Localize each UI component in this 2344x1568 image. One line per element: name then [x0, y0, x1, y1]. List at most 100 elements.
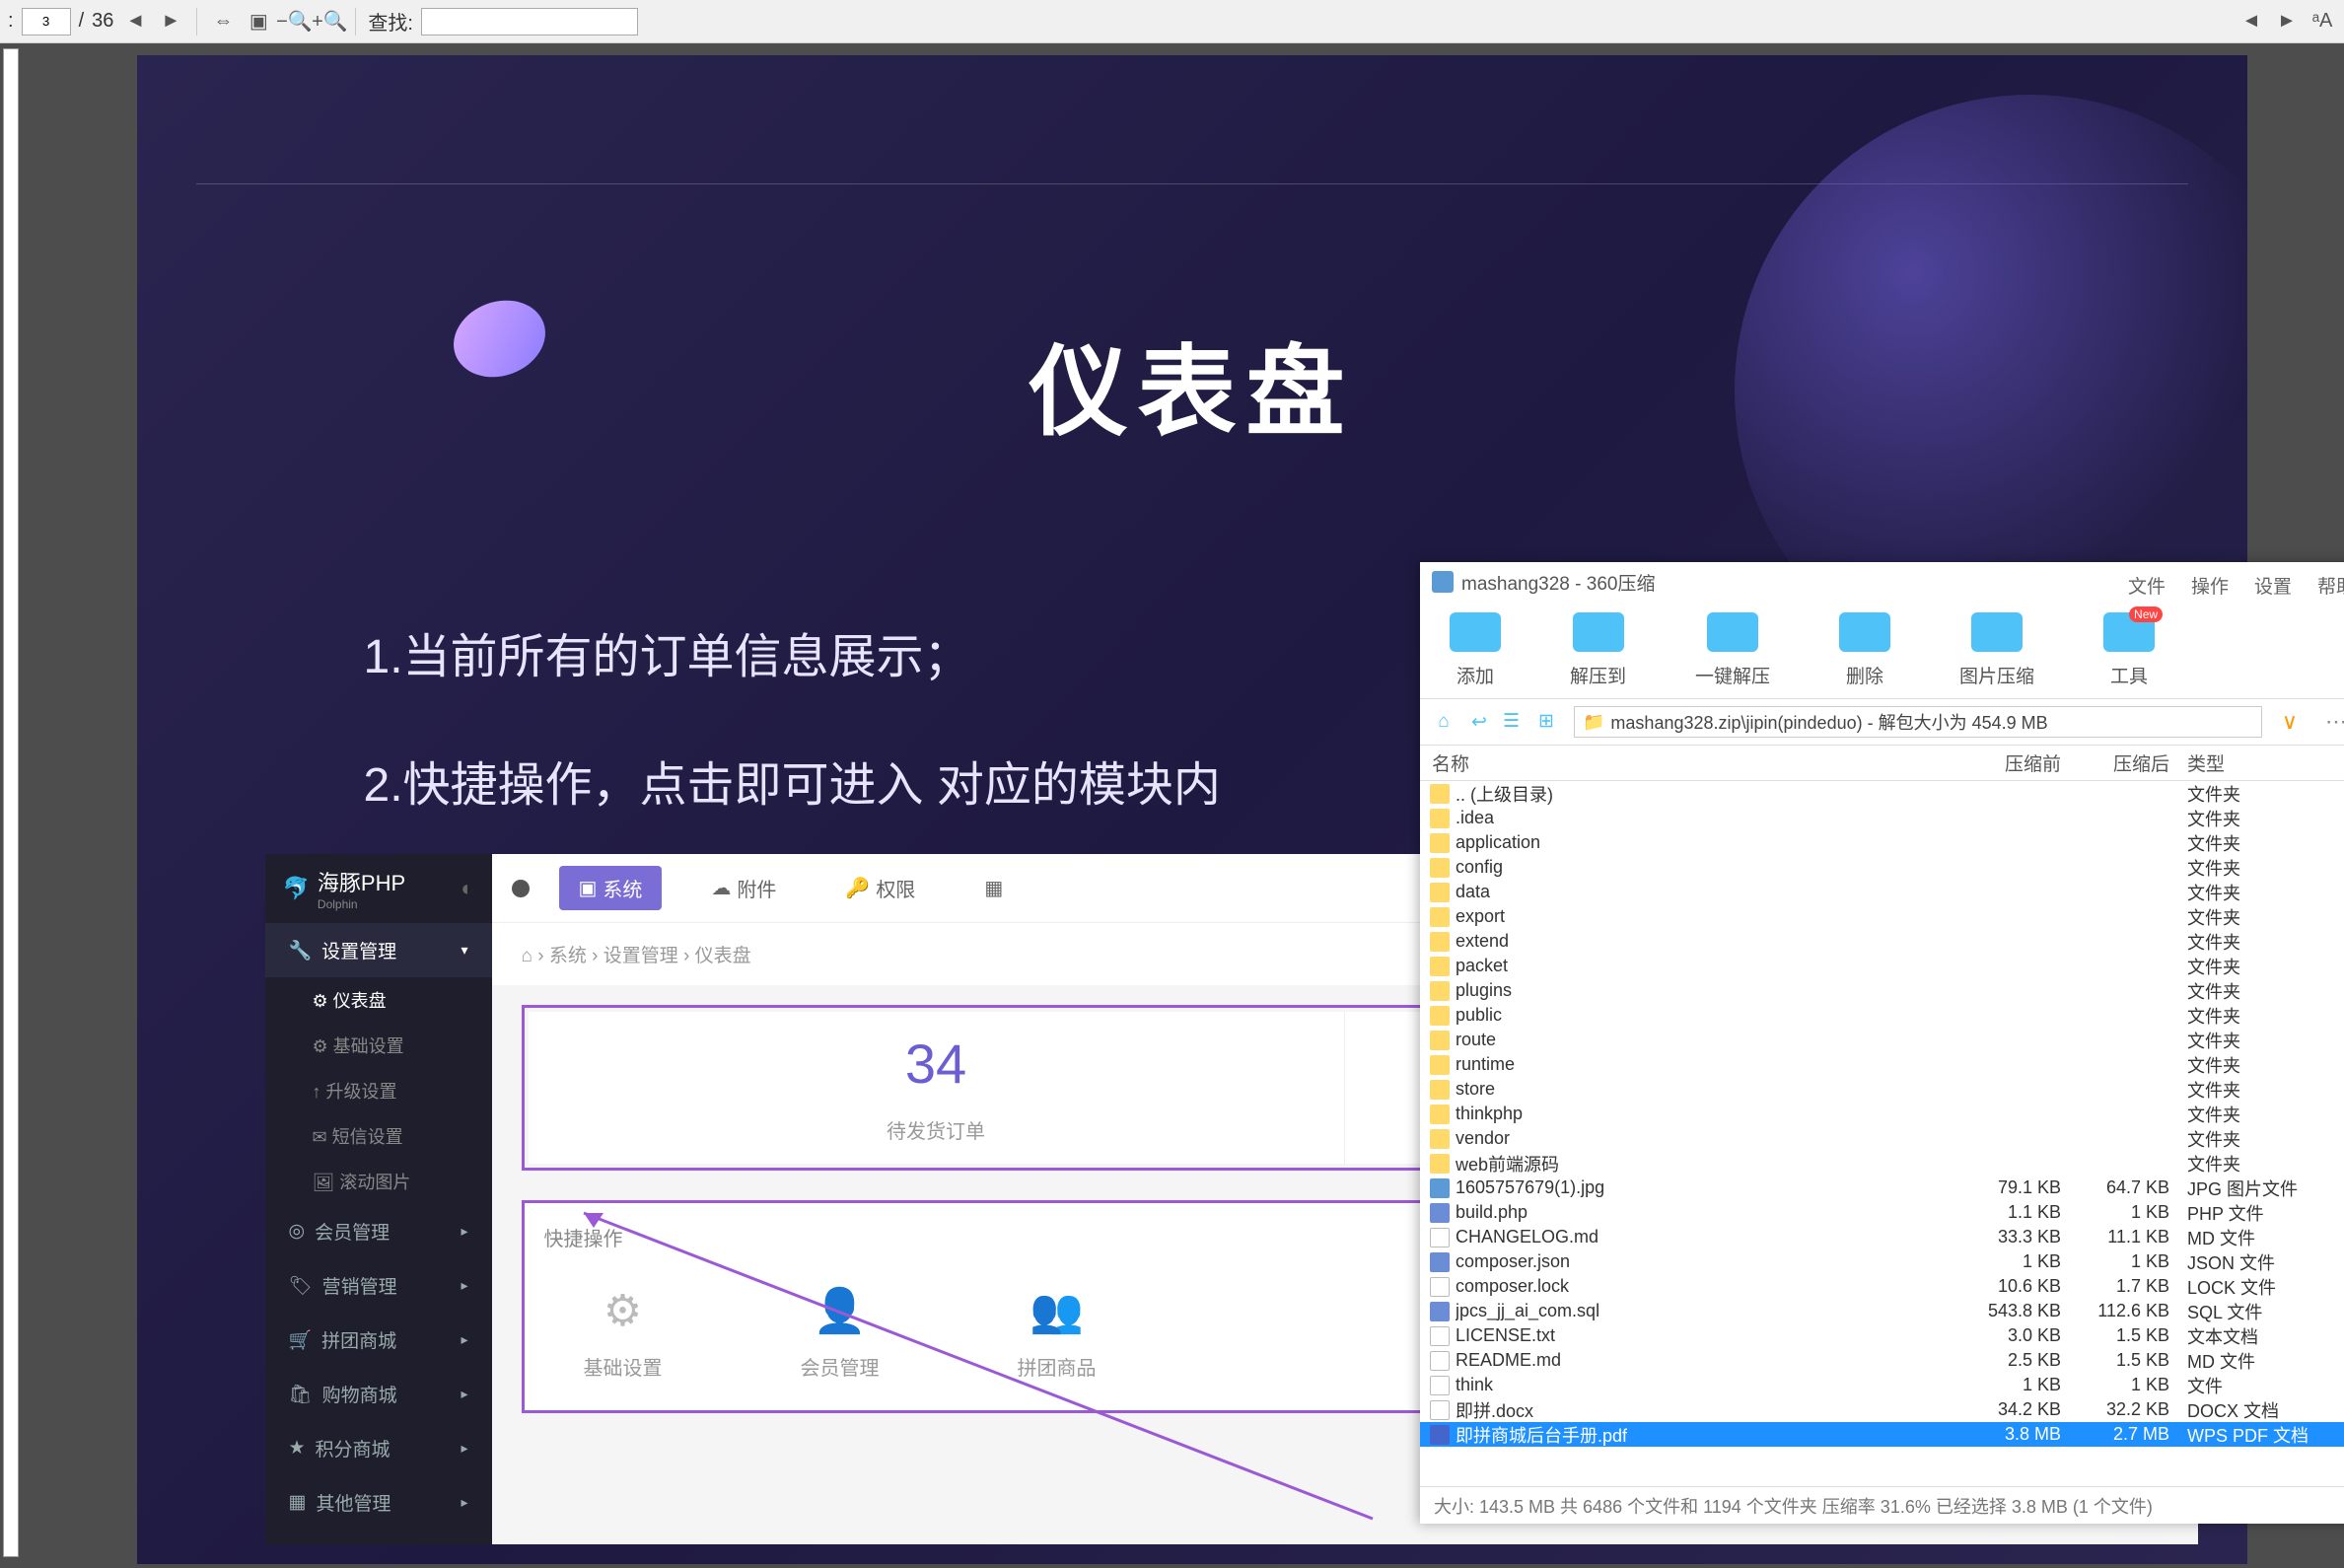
topbar-system-button[interactable]: ▣系统	[559, 866, 663, 910]
file-row[interactable]: runtime文件夹	[1420, 1052, 2344, 1077]
file-row[interactable]: packet文件夹	[1420, 954, 2344, 978]
tool-add-button[interactable]: 添加	[1450, 612, 1501, 688]
file-row[interactable]: vendor文件夹	[1420, 1126, 2344, 1151]
dashboard-card-pending[interactable]: 34 待发货订单	[529, 1012, 1345, 1164]
file-name: composer.lock	[1456, 1276, 1953, 1297]
file-size-after: 1 KB	[2061, 1202, 2169, 1223]
sidebar-sub-slider[interactable]: 🖼 滚动图片	[265, 1159, 492, 1204]
search-prev-icon[interactable]: ◄	[2237, 8, 2265, 36]
fit-page-icon[interactable]: ▣	[245, 8, 272, 36]
search-next-icon[interactable]: ►	[2273, 8, 2301, 36]
menu-settings[interactable]: 设置	[2254, 572, 2292, 599]
sidebar-sub-upgrade[interactable]: ↑ 升级设置	[265, 1068, 492, 1113]
file-row[interactable]: public文件夹	[1420, 1003, 2344, 1028]
page-number-input[interactable]	[22, 8, 71, 36]
topbar-grid-button[interactable]: ▦	[964, 868, 1023, 908]
fit-width-icon[interactable]: ⇔	[209, 8, 237, 36]
prev-page-icon[interactable]: ◄	[121, 8, 149, 36]
next-page-icon[interactable]: ►	[157, 8, 184, 36]
file-row[interactable]: plugins文件夹	[1420, 978, 2344, 1003]
user-icon: 👤	[811, 1281, 870, 1340]
file-row[interactable]: web前端源码文件夹	[1420, 1151, 2344, 1176]
dashboard-sidebar: 🐬 海豚PHP Dolphin ◐ 🔧 设置管理 ▾ ⚙ 仪表盘 ⚙ 基础设置 …	[265, 854, 492, 1544]
card-label: 待发货订单	[548, 1115, 1324, 1144]
file-row[interactable]: composer.lock10.6 KB1.7 KBLOCK 文件	[1420, 1274, 2344, 1299]
file-row[interactable]: application文件夹	[1420, 830, 2344, 855]
folder-icon	[1430, 1129, 1450, 1149]
file-row[interactable]: composer.json1 KB1 KBJSON 文件	[1420, 1249, 2344, 1274]
text-size-icon[interactable]: ᵃA	[2308, 8, 2336, 36]
file-row[interactable]: .. (上级目录)文件夹	[1420, 781, 2344, 806]
file-row[interactable]: LICENSE.txt3.0 KB1.5 KB文本文档	[1420, 1323, 2344, 1348]
topbar-attach-button[interactable]: ☁附件	[691, 866, 796, 910]
quick-item-group[interactable]: 👥拼团商品	[1018, 1281, 1097, 1381]
folder-icon	[1430, 1154, 1450, 1174]
file-row[interactable]: config文件夹	[1420, 855, 2344, 880]
tool-oneclick-button[interactable]: 一键解压	[1695, 612, 1770, 688]
quick-item-member[interactable]: 👤会员管理	[801, 1281, 880, 1381]
file-row[interactable]: CHANGELOG.md33.3 KB11.1 KBMD 文件	[1420, 1225, 2344, 1249]
header-type[interactable]: 类型	[2169, 749, 2344, 776]
path-dropdown-icon[interactable]: ∨	[2274, 709, 2306, 735]
file-row[interactable]: thinkphp文件夹	[1420, 1102, 2344, 1126]
theme-toggle-icon[interactable]	[512, 880, 530, 897]
file-row[interactable]: 即拼商城后台手册.pdf3.8 MB2.7 MBWPS PDF 文档	[1420, 1422, 2344, 1447]
search-input[interactable]	[421, 8, 638, 36]
file-row[interactable]: store文件夹	[1420, 1077, 2344, 1102]
sidebar-item-shop[interactable]: 🛍购物商城▸	[265, 1367, 492, 1421]
oneclick-icon	[1707, 612, 1758, 652]
view-list-icon[interactable]: ☰	[1503, 710, 1527, 734]
nav-back-icon[interactable]: ↩	[1467, 710, 1491, 734]
tool-compress-button[interactable]: 图片压缩	[1959, 612, 2034, 688]
sidebar-item-member[interactable]: ◎会员管理▸	[265, 1204, 492, 1258]
header-name[interactable]: 名称	[1420, 749, 1953, 776]
quick-item-basic[interactable]: ⚙基础设置	[584, 1281, 663, 1381]
file-name: 即拼.docx	[1456, 1397, 1953, 1423]
sidebar-item-settings[interactable]: 🔧 设置管理 ▾	[265, 923, 492, 977]
view-detail-icon[interactable]: ⊞	[1538, 710, 1562, 734]
menu-file[interactable]: 文件	[2128, 572, 2166, 599]
sidebar-sub-dashboard[interactable]: ⚙ 仪表盘	[265, 977, 492, 1023]
file-row[interactable]: 即拼.docx34.2 KB32.2 KBDOCX 文档	[1420, 1397, 2344, 1422]
file-row[interactable]: build.php1.1 KB1 KBPHP 文件	[1420, 1200, 2344, 1225]
search-label: 查找:	[368, 7, 413, 36]
file-row[interactable]: README.md2.5 KB1.5 KBMD 文件	[1420, 1348, 2344, 1373]
file-row[interactable]: jpcs_jj_ai_com.sql543.8 KB112.6 KBSQL 文件	[1420, 1299, 2344, 1323]
file-size-after: 32.2 KB	[2061, 1399, 2169, 1420]
file-row[interactable]: .idea文件夹	[1420, 806, 2344, 830]
sidebar-sub-sms[interactable]: ✉ 短信设置	[265, 1113, 492, 1159]
file-size-after: 1.7 KB	[2061, 1276, 2169, 1297]
file-size-before: 1.1 KB	[1953, 1202, 2061, 1223]
tool-delete-button[interactable]: 删除	[1839, 612, 1890, 688]
tool-toolbox-button[interactable]: New工具	[2103, 612, 2155, 688]
path-more-icon[interactable]: ⋯	[2317, 709, 2344, 735]
sidebar-sub-basic[interactable]: ⚙ 基础设置	[265, 1023, 492, 1068]
sidebar-item-points[interactable]: ★积分商城▸	[265, 1421, 492, 1475]
page-separator: /	[79, 10, 85, 33]
file-name: thinkphp	[1456, 1104, 1953, 1124]
tool-extract-button[interactable]: 解压到	[1570, 612, 1626, 688]
file-row[interactable]: route文件夹	[1420, 1028, 2344, 1052]
header-before[interactable]: 压缩前	[1953, 749, 2061, 776]
nav-up-icon[interactable]: ⌂	[1432, 710, 1456, 734]
prev-page-edge	[3, 48, 19, 1557]
sidebar-item-other[interactable]: ▦其他管理▸	[265, 1475, 492, 1530]
file-row[interactable]: extend文件夹	[1420, 929, 2344, 954]
file-row[interactable]: export文件夹	[1420, 904, 2344, 929]
file-row[interactable]: think1 KB1 KB文件	[1420, 1373, 2344, 1397]
header-after[interactable]: 压缩后	[2061, 749, 2169, 776]
page-label-icon: :	[8, 10, 14, 33]
file-row[interactable]: data文件夹	[1420, 880, 2344, 904]
file-row[interactable]: 1605757679(1).jpg79.1 KB64.7 KBJPG 图片文件	[1420, 1176, 2344, 1200]
sidebar-item-groupbuy[interactable]: 🛒拼团商城▸	[265, 1313, 492, 1367]
menu-operation[interactable]: 操作	[2191, 572, 2229, 599]
menu-help[interactable]: 帮助	[2317, 572, 2344, 599]
zoom-in-icon[interactable]: +🔍	[316, 8, 343, 36]
zoom-out-icon[interactable]: −🔍	[280, 8, 308, 36]
file-name: public	[1456, 1005, 1953, 1026]
sidebar-item-marketing[interactable]: 🏷营销管理▸	[265, 1258, 492, 1313]
php-icon	[1430, 1302, 1450, 1321]
path-input[interactable]: 📁 mashang328.zip\jipin(pindeduo) - 解包大小为…	[1574, 706, 2262, 738]
file-size-before: 3.8 MB	[1953, 1424, 2061, 1445]
topbar-auth-button[interactable]: 🔑权限	[825, 866, 935, 910]
